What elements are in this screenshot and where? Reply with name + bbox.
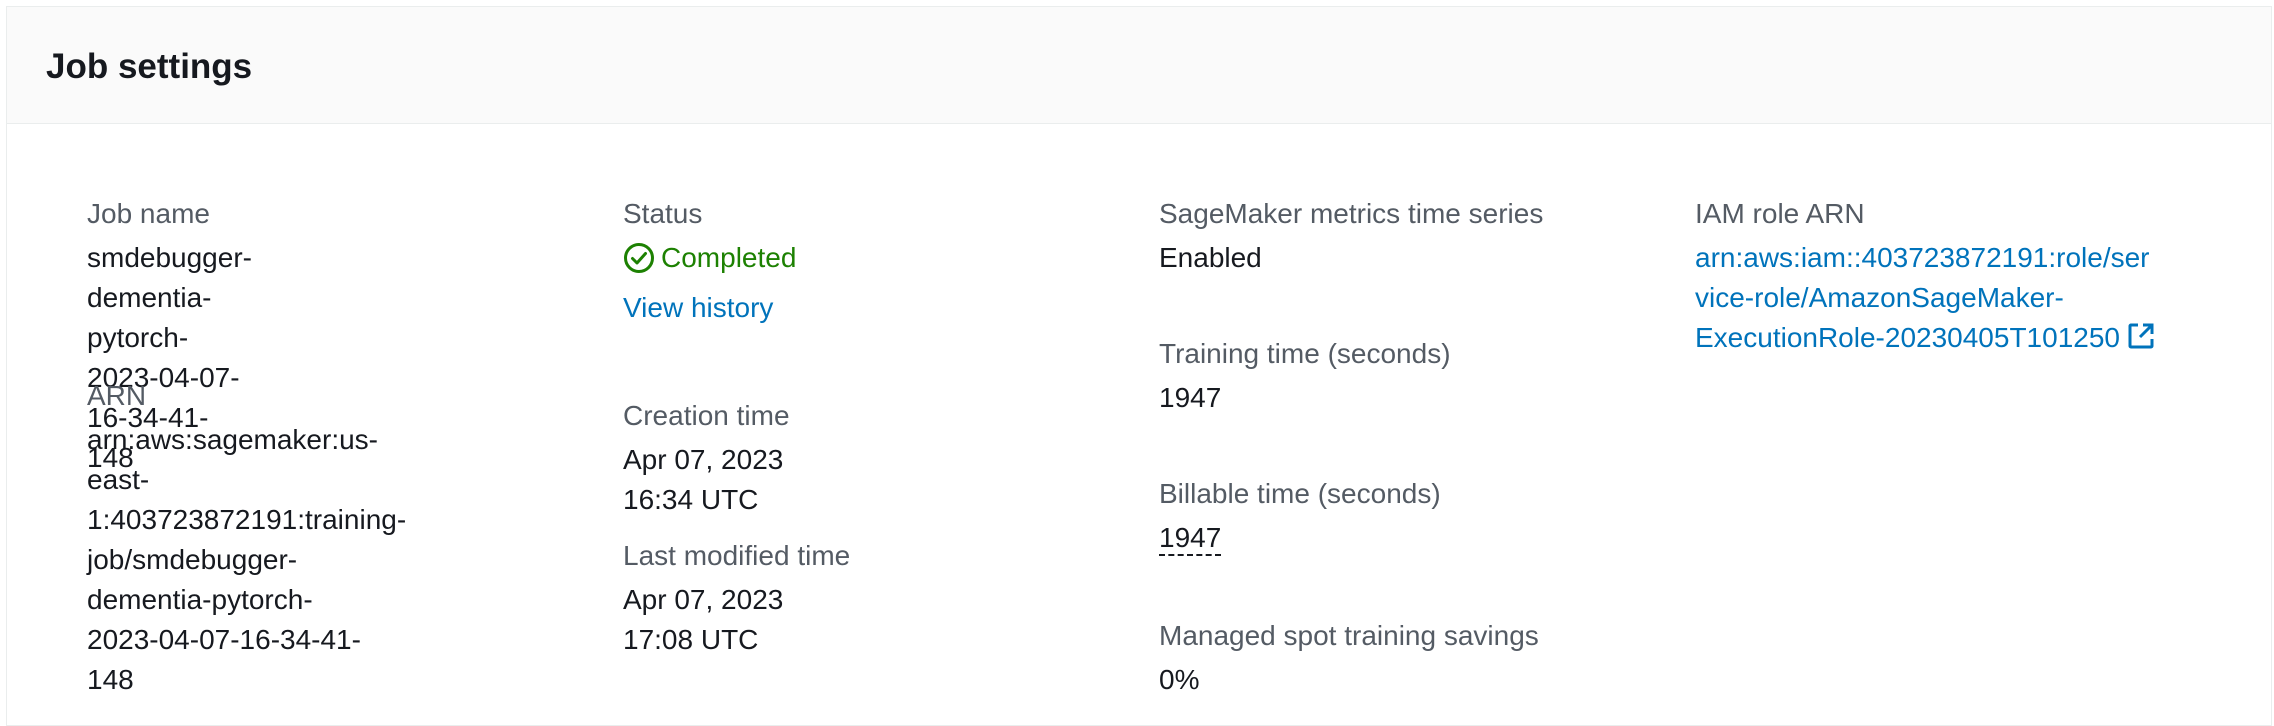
panel-title: Job settings [46,47,253,86]
billable-time-label: Billable time (seconds) [1159,478,1441,509]
spot-savings-field: Managed spot training savings 0% [1159,619,1539,700]
check-circle-icon [624,243,654,273]
creation-time-value: Apr 07, 2023 16:34 UTC [623,444,784,515]
status-value: Completed [623,238,796,278]
view-history-link[interactable]: View history [623,292,773,323]
training-time-field: Training time (seconds) 1947 [1159,337,1451,418]
training-time-value: 1947 [1159,382,1222,413]
creation-time-field: Creation time Apr 07, 2023 16:34 UTC [623,399,790,520]
metrics-time-series-field: SageMaker metrics time series Enabled [1159,197,1543,278]
billable-time-value-wrap: 1947 [1159,518,1441,558]
status-field: Status Completed View history [623,197,796,328]
iam-role-line-1: arn:aws:iam::403723872191:role/ser [1695,242,2150,273]
arn-line-3: job/smdebugger-dementia-pytorch- [87,544,313,615]
creation-time-label: Creation time [623,400,790,431]
status-label: Status [623,198,703,229]
iam-role-field: IAM role ARN arn:aws:iam::403723872191:r… [1695,197,2156,358]
billable-time-value[interactable]: 1947 [1159,522,1222,556]
external-link-icon [2128,323,2154,349]
billable-time-field: Billable time (seconds) 1947 [1159,477,1441,558]
arn-value: arn:aws:sagemaker:us-east- 1:40372387219… [87,420,406,700]
last-modified-time-label: Last modified time [623,540,851,571]
spot-savings-value: 0% [1159,664,1200,695]
job-settings-panel: Job settings Job name smdebugger-dementi… [6,6,2272,726]
spot-savings-label: Managed spot training savings [1159,620,1539,651]
training-time-label: Training time (seconds) [1159,338,1451,369]
job-name-line-1: smdebugger-dementia-pytorch- [87,242,252,353]
iam-role-line-3-wrap: ExecutionRole-20230405T101250 [1695,318,2156,358]
metrics-time-series-value: Enabled [1159,242,1262,273]
panel-header: Job settings [7,7,2271,124]
arn-line-4: 2023-04-07-16-34-41-148 [87,624,361,695]
iam-role-label: IAM role ARN [1695,198,1865,229]
iam-role-line-3: ExecutionRole-20230405T101250 [1695,322,2120,353]
iam-role-link[interactable]: arn:aws:iam::403723872191:role/ser vice-… [1695,238,2156,358]
iam-role-line-2: vice-role/AmazonSageMaker- [1695,282,2064,313]
status-text: Completed [661,242,797,273]
arn-label: ARN [87,380,147,411]
view-history-wrap: View history [623,288,796,328]
arn-line-2: 1:403723872191:training- [87,504,407,535]
arn-line-1: arn:aws:sagemaker:us-east- [87,424,379,495]
metrics-time-series-label: SageMaker metrics time series [1159,198,1544,229]
job-name-label: Job name [87,198,210,229]
arn-field: ARN arn:aws:sagemaker:us-east- 1:4037238… [87,379,406,700]
last-modified-time-field: Last modified time Apr 07, 2023 17:08 UT… [623,539,850,660]
iam-role-value: arn:aws:iam::403723872191:role/ser vice-… [1695,238,2156,358]
last-modified-time-value: Apr 07, 2023 17:08 UTC [623,584,784,655]
